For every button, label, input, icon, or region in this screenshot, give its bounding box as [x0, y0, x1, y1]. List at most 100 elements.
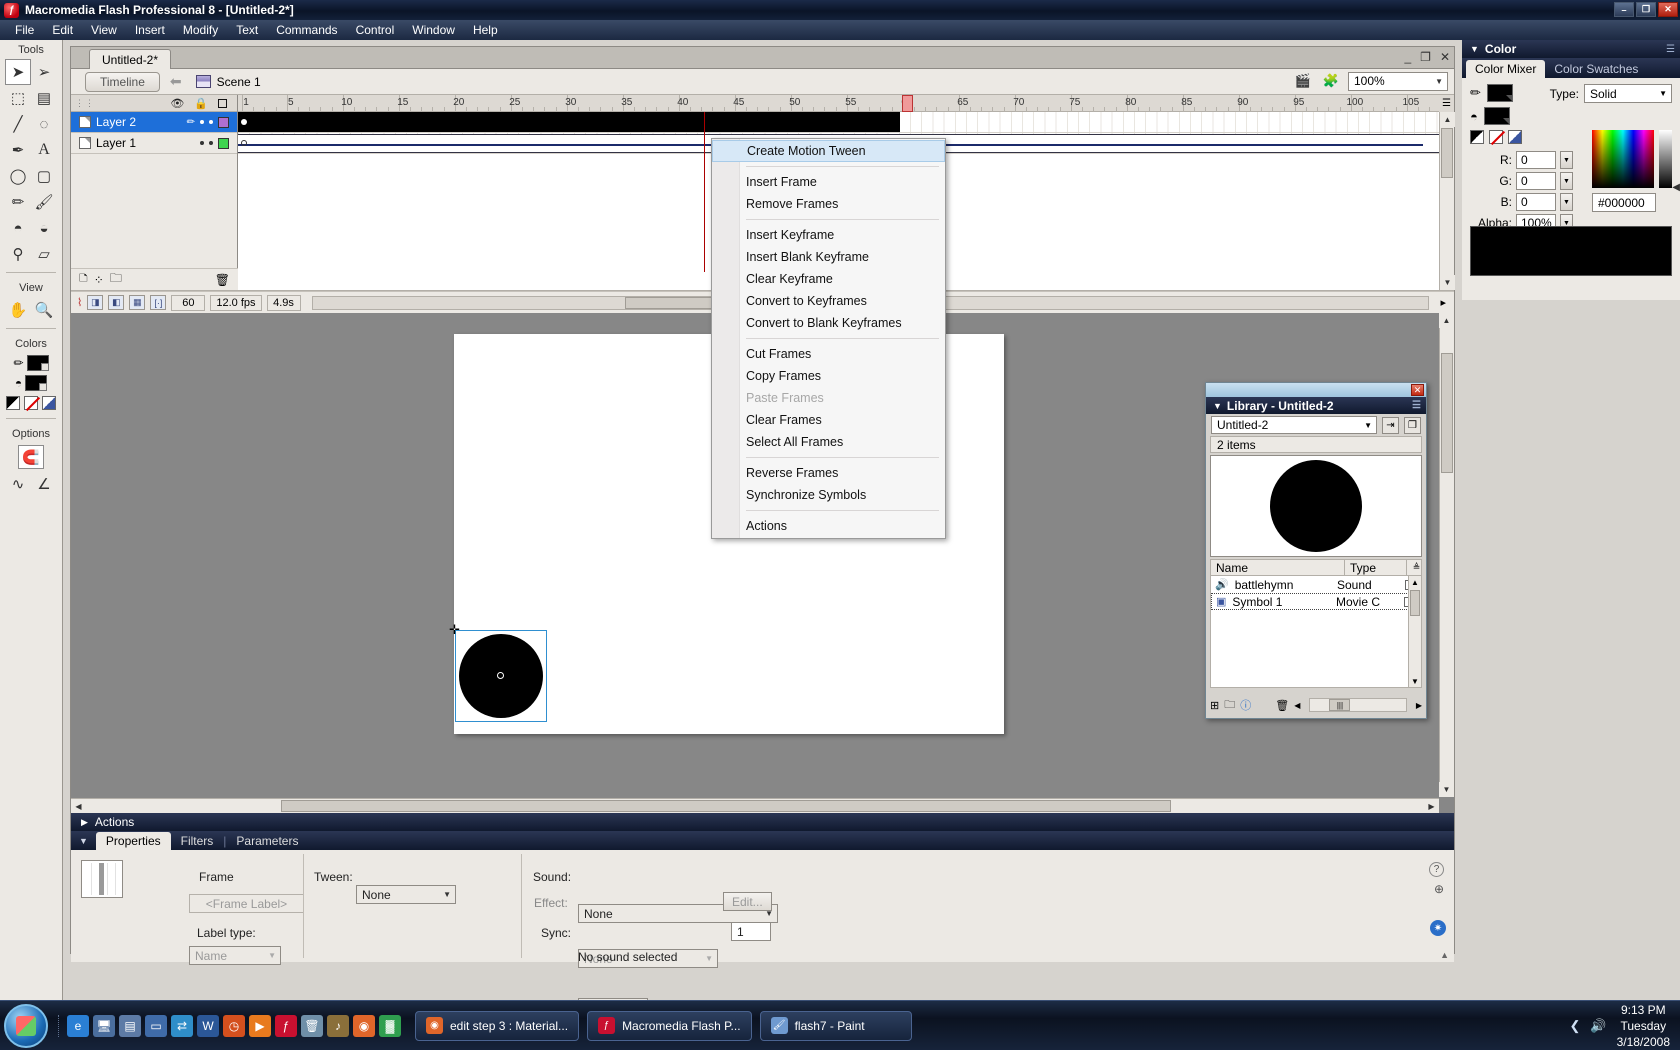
context-menu-item-convert-to-blank-keyframes[interactable]: Convert to Blank Keyframes: [712, 312, 945, 334]
hand-tool[interactable]: ✋: [5, 297, 31, 323]
scrollbar-thumb[interactable]: [281, 800, 1171, 812]
layer-visibility-dot[interactable]: [200, 141, 204, 145]
recycle-bin-icon[interactable]: 🗑: [301, 1015, 323, 1037]
context-menu-item-convert-to-keyframes[interactable]: Convert to Keyframes: [712, 290, 945, 312]
expand-arrow-icon[interactable]: ▶: [81, 817, 88, 828]
frame-label-input[interactable]: <Frame Label>: [189, 894, 304, 913]
lasso-tool[interactable]: ◌: [31, 111, 57, 137]
luminance-slider-handle-icon[interactable]: ◀: [1672, 182, 1680, 193]
frame-rate-field[interactable]: 12.0 fps: [210, 295, 261, 311]
taskbar-item-paint[interactable]: 🖌flash7 - Paint: [760, 1011, 912, 1041]
no-color-icon[interactable]: [24, 396, 38, 410]
stage-vertical-scrollbar[interactable]: ▲ ▼: [1439, 313, 1454, 797]
context-menu-item-remove-frames[interactable]: Remove Frames: [712, 193, 945, 215]
scroll-down-arrow-icon[interactable]: ▼: [1439, 782, 1454, 797]
onion-skin-outlines-icon[interactable]: ◧: [108, 295, 124, 310]
scroll-up-arrow-icon[interactable]: ▲: [1409, 576, 1421, 588]
center-frame-icon[interactable]: ⌇: [77, 296, 82, 309]
channel-spinner-r[interactable]: ▼: [1560, 151, 1573, 169]
timeline-ruler[interactable]: 1510152025303540455055606570758085909510…: [238, 95, 1454, 112]
minimize-button[interactable]: –: [1614, 2, 1634, 17]
edit-scene-icon[interactable]: 🎬: [1292, 71, 1314, 91]
menu-commands[interactable]: Commands: [267, 21, 346, 39]
library-item-battlehymn[interactable]: 🔊 battlehymn Sound: [1211, 576, 1421, 593]
pen-tool[interactable]: ✒: [5, 137, 31, 163]
media-player-icon[interactable]: ▶: [249, 1015, 271, 1037]
fill-type-select[interactable]: Solid: [1584, 84, 1672, 103]
tab-color-swatches[interactable]: Color Swatches: [1545, 60, 1647, 78]
delete-icon[interactable]: 🗑: [1275, 699, 1289, 712]
swap-colors-icon[interactable]: [42, 396, 56, 410]
flash-icon[interactable]: ƒ: [275, 1015, 297, 1037]
menu-window[interactable]: Window: [403, 21, 464, 39]
sound-icon[interactable]: ♪: [327, 1015, 349, 1037]
playhead[interactable]: [902, 95, 913, 112]
properties-icon[interactable]: ⓘ: [1240, 697, 1251, 713]
context-menu-item-clear-frames[interactable]: Clear Frames: [712, 409, 945, 431]
context-menu-item-cut-frames[interactable]: Cut Frames: [712, 343, 945, 365]
menu-control[interactable]: Control: [347, 21, 404, 39]
zoom-level-select[interactable]: 100%: [1348, 72, 1448, 91]
scroll-up-arrow-icon[interactable]: ▲: [1439, 313, 1454, 328]
volume-icon[interactable]: 🔊: [1590, 1018, 1606, 1034]
layer-outline-color[interactable]: [218, 117, 229, 128]
context-menu-item-select-all-frames[interactable]: Select All Frames: [712, 431, 945, 453]
stroke-color-swatch[interactable]: [27, 355, 49, 371]
accessibility-icon[interactable]: ✷: [1430, 920, 1446, 936]
outline-icon[interactable]: [218, 99, 227, 108]
scroll-left-arrow-icon[interactable]: ◀: [1294, 701, 1300, 710]
smooth-option-icon[interactable]: ∿: [5, 471, 31, 497]
straighten-option-icon[interactable]: ∠: [31, 471, 57, 497]
timeline-options-menu-icon[interactable]: ☰: [1439, 95, 1454, 112]
timeline-button[interactable]: Timeline: [85, 72, 160, 92]
eyedropper-tool[interactable]: ⚲: [5, 241, 31, 267]
context-menu-item-insert-keyframe[interactable]: Insert Keyframe: [712, 224, 945, 246]
menu-help[interactable]: Help: [464, 21, 507, 39]
show-desktop-icon[interactable]: 🖥: [93, 1015, 115, 1037]
no-color-icon[interactable]: [1489, 130, 1503, 144]
taskbar-item-flash[interactable]: ƒMacromedia Flash P...: [587, 1011, 752, 1041]
document-tab[interactable]: Untitled-2*: [89, 49, 171, 69]
film-icon[interactable]: ▓: [379, 1015, 401, 1037]
subselection-tool[interactable]: ➢: [31, 59, 57, 85]
onion-skin-icon[interactable]: ◨: [87, 295, 103, 310]
context-menu-item-create-motion-tween[interactable]: Create Motion Tween: [712, 140, 945, 162]
pin-library-icon[interactable]: ⇥: [1382, 417, 1399, 434]
tab-properties[interactable]: Properties: [96, 832, 171, 850]
pencil-tool[interactable]: ✏: [5, 189, 31, 215]
new-folder-icon[interactable]: 🗀: [1224, 696, 1235, 715]
library-options-menu-icon[interactable]: ☰: [1412, 400, 1421, 411]
library-close-button[interactable]: ✕: [1411, 384, 1424, 396]
document-restore-button[interactable]: ❐: [1420, 50, 1431, 64]
media-library-icon[interactable]: ▤: [119, 1015, 141, 1037]
swap-colors-icon[interactable]: [1508, 130, 1522, 144]
panel-grip-icon[interactable]: ⋮⋮: [75, 98, 95, 109]
free-transform-tool[interactable]: ⬚: [5, 85, 31, 111]
brush-tool[interactable]: 🖌: [31, 189, 57, 215]
close-button[interactable]: ✕: [1658, 2, 1678, 17]
clip-icon[interactable]: ⊕: [1434, 882, 1444, 896]
oval-tool[interactable]: ◯: [5, 163, 31, 189]
color-gradient-picker[interactable]: [1592, 130, 1654, 188]
library-document-select[interactable]: Untitled-2: [1211, 416, 1377, 434]
loop-count-input[interactable]: 1: [731, 922, 771, 941]
fill-color-swatch[interactable]: [1484, 107, 1510, 125]
snap-to-objects-icon[interactable]: 🧲: [18, 445, 44, 469]
collapse-arrow-icon[interactable]: ▼: [1213, 401, 1222, 411]
keyframe-marker[interactable]: [241, 140, 247, 146]
context-menu-item-copy-frames[interactable]: Copy Frames: [712, 365, 945, 387]
new-library-panel-icon[interactable]: ❐: [1404, 417, 1421, 434]
timeline-vertical-scrollbar[interactable]: ▲ ▼: [1439, 112, 1454, 290]
zoom-tool[interactable]: 🔍: [31, 297, 57, 323]
collapse-arrow-icon[interactable]: ▼: [1470, 44, 1479, 54]
add-motion-guide-icon[interactable]: ⁘: [94, 273, 104, 287]
rectangle-tool[interactable]: ▢: [31, 163, 57, 189]
collapse-arrow-icon[interactable]: ▼: [79, 836, 88, 846]
panel-options-menu-icon[interactable]: ☰: [1666, 44, 1675, 55]
desktop-icon[interactable]: ▭: [145, 1015, 167, 1037]
context-menu-item-insert-blank-keyframe[interactable]: Insert Blank Keyframe: [712, 246, 945, 268]
menu-modify[interactable]: Modify: [174, 21, 227, 39]
channel-input-r[interactable]: 0: [1516, 151, 1556, 169]
clock[interactable]: 9:13 PM Tuesday 3/18/2008: [1617, 1002, 1670, 1050]
scrollbar-thumb[interactable]: [1441, 353, 1453, 473]
